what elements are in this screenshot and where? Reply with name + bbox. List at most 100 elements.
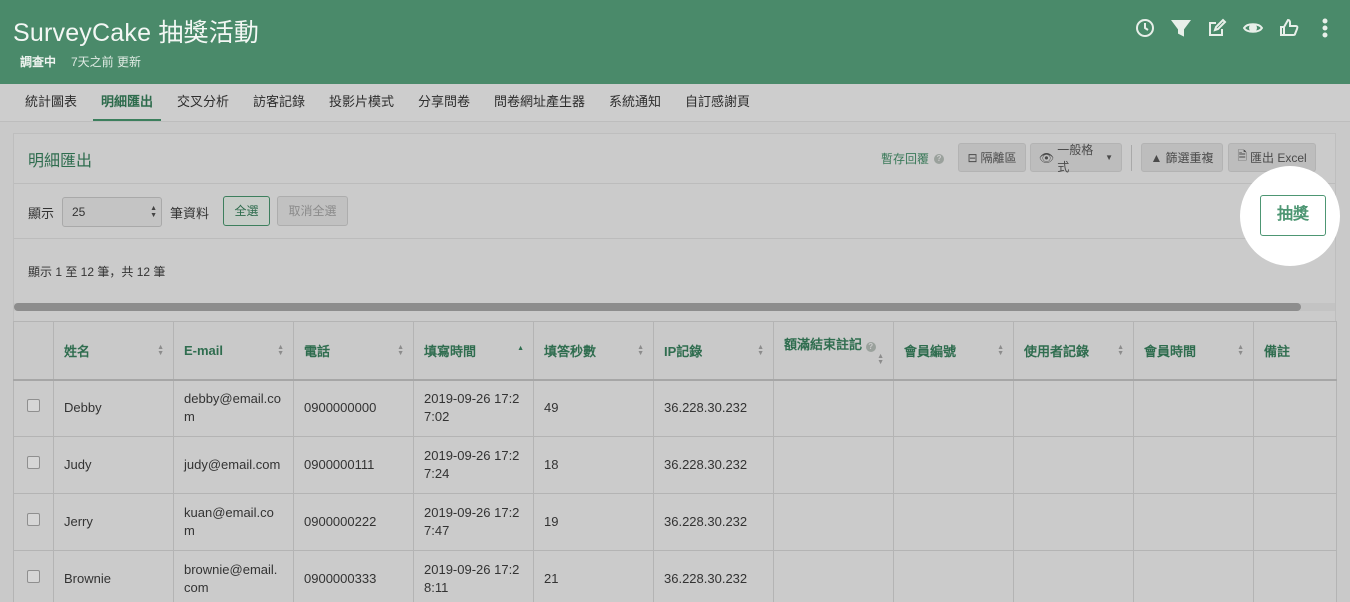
cell-name: Brownie: [53, 550, 174, 602]
cell-seconds: 21: [533, 550, 654, 602]
survey-title: SurveyCake 抽獎活動: [13, 19, 260, 47]
page-size-select[interactable]: 25 ▲ ▼: [62, 197, 162, 227]
isolate-label: 隔離區: [980, 151, 1017, 165]
format-label: 一般格式: [1057, 142, 1094, 174]
row-checkbox[interactable]: [27, 456, 40, 469]
format-dropdown[interactable]: 👁 一般格式 ▼: [1030, 142, 1122, 174]
scrollbar-thumb[interactable]: [14, 303, 1301, 311]
select-arrows-icon: ▲ ▼: [150, 205, 157, 219]
dedupe-label: 篩選重複: [1165, 151, 1214, 165]
save-reply-link[interactable]: 暫存回覆 ?: [881, 150, 945, 167]
table-row: Debby debby@email.com 0900000000 2019-09…: [13, 379, 1337, 437]
col-header-quota-note[interactable]: 額滿結束註記 ? ▲ ▼: [773, 321, 894, 381]
cell-phone: 0900000000: [293, 379, 414, 437]
tab-thank-you-page[interactable]: 自訂感謝頁: [677, 84, 758, 121]
cell-quota-note: [773, 550, 894, 602]
warning-icon: ▲: [1150, 150, 1163, 165]
deselect-all-button[interactable]: 取消全選: [277, 196, 348, 226]
col-header-member-id[interactable]: 會員編號 ▲ ▼: [893, 321, 1014, 381]
survey-status: 調查中: [20, 55, 57, 69]
cell-note: [1253, 379, 1337, 437]
col-header-user-log[interactable]: 使用者記錄 ▲ ▼: [1013, 321, 1134, 381]
sort-icon: ▲ ▼: [1117, 344, 1124, 357]
cell-email: kuan@email.com: [173, 493, 294, 551]
thumbs-up-icon[interactable]: [1278, 17, 1300, 39]
tab-share[interactable]: 分享問卷: [410, 84, 478, 121]
table-row: Judy judy@email.com 0900000111 2019-09-2…: [13, 436, 1337, 494]
cell-member-id: [893, 493, 1014, 551]
page-size-value: 25: [72, 205, 86, 219]
sort-icon: ▲ ▼: [157, 344, 164, 357]
cell-phone: 0900000222: [293, 493, 414, 551]
sort-icon: ▲ ▼: [277, 344, 284, 357]
help-icon[interactable]: ?: [934, 153, 945, 164]
col-header-seconds[interactable]: 填答秒數 ▲ ▼: [533, 321, 654, 381]
tab-slideshow[interactable]: 投影片模式: [321, 84, 402, 121]
cell-seconds: 19: [533, 493, 654, 551]
col-header-fill-time[interactable]: 填寫時間 ▲: [413, 321, 534, 381]
sort-icon: ▲ ▼: [997, 344, 1004, 357]
dedupe-button[interactable]: ▲ 篩選重複: [1141, 143, 1223, 172]
panel-header: 明細匯出 暫存回覆 ? ⊟ 隔離區 👁 一般格式 ▼ ▲ 篩選重複 🗎 匯出 E…: [14, 134, 1335, 184]
row-checkbox-cell: [13, 493, 54, 551]
sort-icon: ▲ ▼: [877, 353, 884, 366]
tab-visitor-log[interactable]: 訪客記錄: [245, 84, 313, 121]
tab-cross-analysis[interactable]: 交叉分析: [169, 84, 237, 121]
cell-member-id: [893, 436, 1014, 494]
cell-phone: 0900000333: [293, 550, 414, 602]
cell-phone: 0900000111: [293, 436, 414, 494]
col-header-phone[interactable]: 電話 ▲ ▼: [293, 321, 414, 381]
cell-fill-time: 2019-09-26 17:27:47: [413, 493, 534, 551]
col-header-email[interactable]: E-mail ▲ ▼: [173, 321, 294, 381]
cell-ip: 36.228.30.232: [653, 379, 774, 437]
tab-stats[interactable]: 統計圖表: [17, 84, 85, 121]
cell-seconds: 18: [533, 436, 654, 494]
panel-title: 明細匯出: [28, 153, 93, 170]
sort-icon: ▲ ▼: [1237, 344, 1244, 357]
row-checkbox[interactable]: [27, 399, 40, 413]
clock-icon[interactable]: [1134, 17, 1156, 39]
cell-name: Judy: [53, 436, 174, 494]
excel-file-icon: 🗎: [1237, 149, 1247, 163]
cell-ip: 36.228.30.232: [653, 436, 774, 494]
sort-icon: ▲ ▼: [757, 344, 764, 357]
cell-seconds: 49: [533, 379, 654, 437]
cell-user-log: [1013, 493, 1134, 551]
help-icon[interactable]: ?: [865, 342, 876, 352]
table-row: Brownie brownie@email.com 0900000333 201…: [13, 550, 1337, 602]
isolate-button[interactable]: ⊟ 隔離區: [958, 143, 1026, 172]
cell-ip: 36.228.30.232: [653, 550, 774, 602]
cell-member-time: [1133, 436, 1254, 494]
minus-square-icon: ⊟: [967, 150, 978, 165]
cell-name: Debby: [53, 379, 174, 437]
cell-member-time: [1133, 550, 1254, 602]
horizontal-scrollbar[interactable]: [14, 303, 1335, 311]
header-checkbox-cell: [13, 321, 54, 381]
select-all-button[interactable]: 全選: [223, 196, 270, 226]
edit-icon[interactable]: [1206, 17, 1228, 39]
cell-note: [1253, 436, 1337, 494]
col-header-name[interactable]: 姓名 ▲ ▼: [53, 321, 174, 381]
row-checkbox[interactable]: [27, 570, 40, 583]
more-vertical-icon[interactable]: [1314, 17, 1336, 39]
cell-note: [1253, 493, 1337, 551]
sort-asc-icon: ▲: [517, 345, 524, 352]
show-label: 顯示: [28, 206, 55, 221]
row-checkbox[interactable]: [27, 513, 40, 526]
tab-detail-export[interactable]: 明細匯出: [93, 84, 162, 121]
col-header-note[interactable]: 備註: [1253, 321, 1337, 381]
filter-icon[interactable]: [1170, 17, 1192, 39]
sort-icon: ▲ ▼: [637, 344, 644, 357]
tab-notifications[interactable]: 系統通知: [601, 84, 669, 121]
draw-lottery-button[interactable]: 抽獎: [1260, 195, 1326, 236]
records-label: 筆資料: [170, 206, 210, 221]
col-header-ip[interactable]: IP記錄 ▲ ▼: [653, 321, 774, 381]
cell-email: judy@email.com: [173, 436, 294, 494]
cell-member-id: [893, 379, 1014, 437]
col-header-member-time[interactable]: 會員時間 ▲ ▼: [1133, 321, 1254, 381]
cell-email: brownie@email.com: [173, 550, 294, 602]
toolbar-divider: [1131, 145, 1132, 171]
table-row: Jerry kuan@email.com 0900000222 2019-09-…: [13, 493, 1337, 551]
tab-url-generator[interactable]: 問卷網址產生器: [486, 84, 593, 121]
eye-icon[interactable]: [1242, 17, 1264, 39]
